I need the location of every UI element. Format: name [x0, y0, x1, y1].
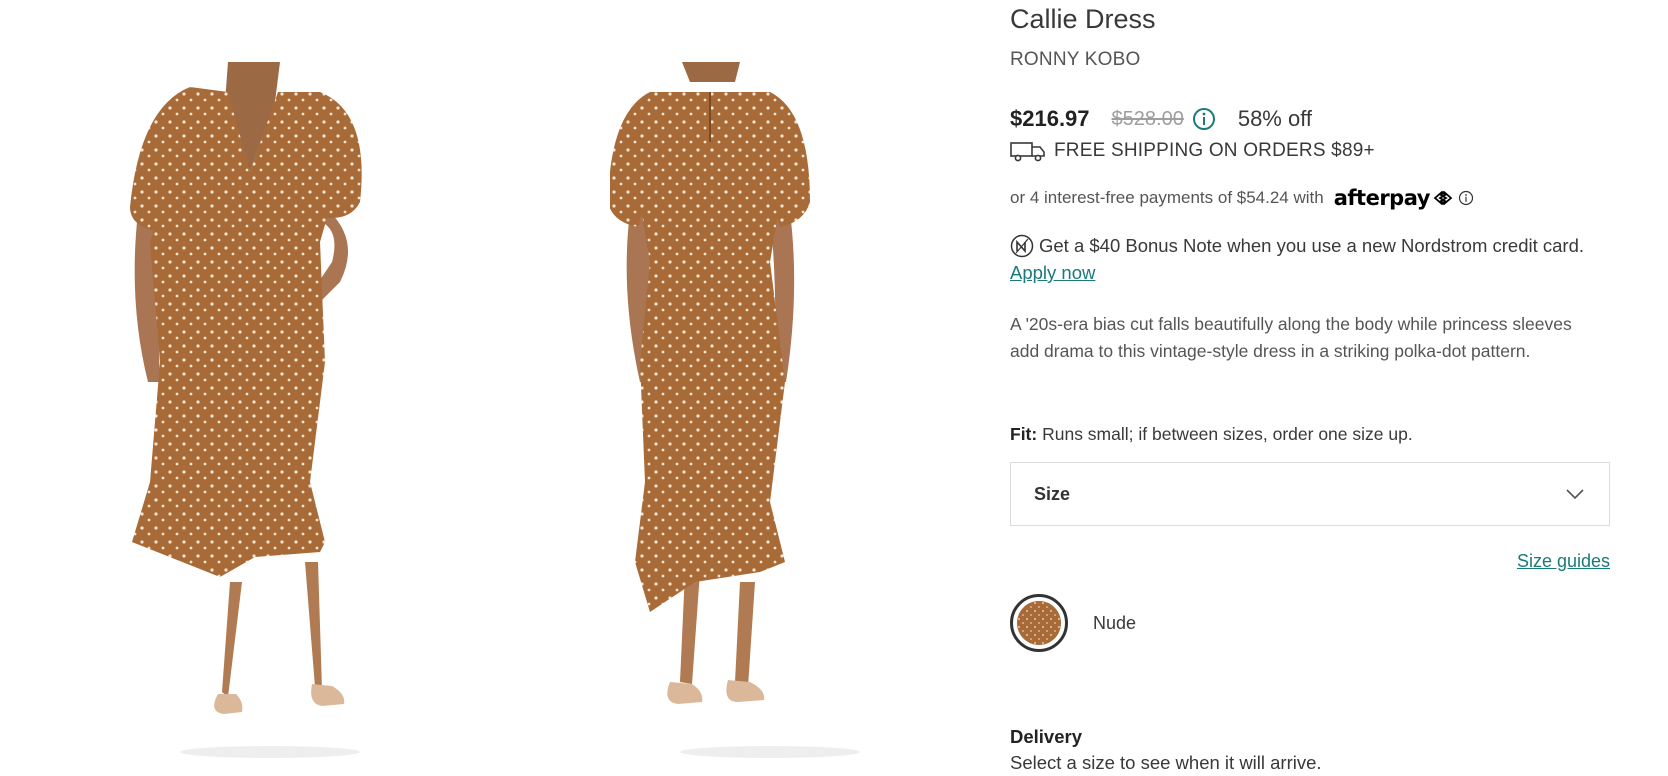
chevron-down-icon: [1566, 489, 1584, 500]
afterpay-info-icon[interactable]: [1458, 190, 1474, 206]
original-price: $528.00: [1111, 107, 1184, 130]
product-description: A '20s-era bias cut falls beautifully al…: [1010, 314, 1572, 361]
discount-badge: 58% off: [1237, 106, 1313, 131]
dress-back-illustration: [610, 62, 860, 758]
installments-row: or 4 interest-free payments of $54.24 wi…: [1010, 186, 1474, 210]
apply-now-link[interactable]: Apply now: [1010, 262, 1095, 284]
product-title: Callie Dress: [1010, 4, 1156, 34]
fit-text: Runs small; if between sizes, order one …: [1042, 424, 1413, 444]
free-shipping-text: FREE SHIPPING ON ORDERS $89+: [1054, 140, 1375, 161]
truck-icon: [1010, 142, 1045, 162]
color-swatch-nude[interactable]: [1010, 594, 1068, 652]
fit-info: Fit: Runs small; if between sizes, order…: [1010, 424, 1413, 445]
installments-text: or 4 interest-free payments of $54.24 wi…: [1010, 188, 1324, 207]
size-dropdown-label: Size: [1034, 484, 1071, 504]
product-image-front[interactable]: [110, 62, 430, 762]
bonus-note-text: Get a $40 Bonus Note when you use a new …: [1039, 235, 1585, 256]
fit-label: Fit:: [1010, 424, 1038, 444]
product-brand[interactable]: RONNY KOBO: [1010, 49, 1140, 71]
color-name: Nude: [1093, 612, 1137, 633]
price-row: $216.97 $528.00 58% off: [1010, 106, 1312, 132]
dress-front-illustration: [130, 62, 362, 758]
afterpay-logo: afterpay: [1333, 186, 1431, 210]
color-swatch-row: Nude: [1010, 594, 1136, 652]
afterpay-arrows-icon: [1433, 190, 1453, 206]
product-image-back[interactable]: [610, 62, 930, 762]
swatch-fabric: [1017, 601, 1061, 645]
info-circle-icon[interactable]: [1192, 107, 1216, 131]
product-gallery: [0, 0, 990, 776]
size-guides-link[interactable]: Size guides: [1517, 551, 1610, 572]
shipping-row: FREE SHIPPING ON ORDERS $89+: [1010, 140, 1375, 162]
nordstrom-note-icon: [1010, 234, 1034, 258]
bonus-note-row: Get a $40 Bonus Note when you use a new …: [1010, 234, 1584, 258]
current-price: $216.97: [1010, 106, 1090, 131]
delivery-heading: Delivery: [1010, 726, 1082, 747]
delivery-text: Select a size to see when it will arrive…: [1010, 752, 1322, 773]
size-dropdown[interactable]: Size: [1010, 462, 1610, 526]
